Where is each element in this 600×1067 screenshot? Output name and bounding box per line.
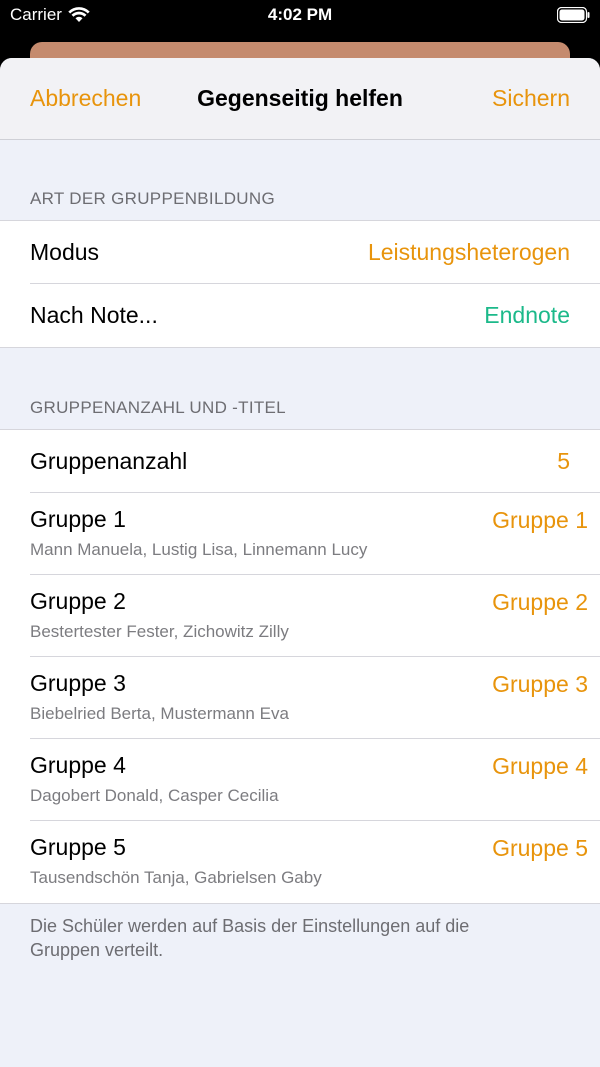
grade-label: Nach Note... [30,302,158,328]
group-members: Biebelried Berta, Mustermann Eva [30,704,289,723]
group-title-field[interactable]: Gruppe 3 [492,671,588,698]
group-title-field[interactable]: Gruppe 4 [492,753,588,780]
group-members: Dagobert Donald, Casper Cecilia [30,786,279,805]
grade-value: Endnote [484,302,570,328]
group-members: Bestertester Fester, Zichowitz Zilly [30,622,289,641]
group-title-field[interactable]: Gruppe 1 [492,507,588,534]
group-members: Tausendschön Tanja, Gabrielsen Gaby [30,868,322,887]
group-label: Gruppe 1 [30,506,126,532]
group-count-group: Gruppenanzahl 5 Gruppe 1 Mann Manuela, L… [0,429,600,904]
battery-icon [557,7,590,23]
footer-note: Die Schüler werden auf Basis der Einstel… [30,916,470,960]
group-row[interactable]: Gruppe 3 Biebelried Berta, Mustermann Ev… [30,657,600,739]
section-header-group-count: GRUPPENANZAHL UND -TITEL [30,398,286,417]
modal-sheet: Abbrechen Gegenseitig helfen Sichern ART… [0,58,600,1067]
group-count-value: 5 [557,447,570,474]
navigation-bar: Abbrechen Gegenseitig helfen Sichern [0,58,600,140]
mode-label: Modus [30,238,100,265]
group-count-row[interactable]: Gruppenanzahl 5 [30,430,600,493]
group-count-label: Gruppenanzahl [30,447,188,474]
group-row[interactable]: Gruppe 2 Bestertester Fester, Zichowitz … [30,575,600,657]
group-label: Gruppe 2 [30,588,126,614]
group-label: Gruppe 3 [30,670,126,696]
group-label: Gruppe 4 [30,752,126,778]
group-members: Mann Manuela, Lustig Lisa, Linnemann Luc… [30,540,368,559]
group-row[interactable]: Gruppe 1 Mann Manuela, Lustig Lisa, Linn… [30,493,600,575]
status-bar: Carrier 4:02 PM [0,0,600,32]
mode-value: Leistungsheterogen [367,238,570,265]
mode-row[interactable]: Modus Leistungsheterogen [30,221,600,284]
status-time: 4:02 PM [267,5,333,24]
section-header-grouping-type: ART DER GRUPPENBILDUNG [30,189,275,208]
grouping-type-group: Modus Leistungsheterogen Nach Note... En… [0,220,600,348]
group-title-field[interactable]: Gruppe 2 [492,589,588,616]
group-row[interactable]: Gruppe 5 Tausendschön Tanja, Gabrielsen … [30,821,600,903]
group-row[interactable]: Gruppe 4 Dagobert Donald, Casper Cecilia… [30,739,600,821]
grade-row[interactable]: Nach Note... Endnote [30,284,600,347]
group-title-field[interactable]: Gruppe 5 [492,835,588,862]
save-button[interactable]: Sichern [492,85,570,112]
group-label: Gruppe 5 [30,834,126,860]
